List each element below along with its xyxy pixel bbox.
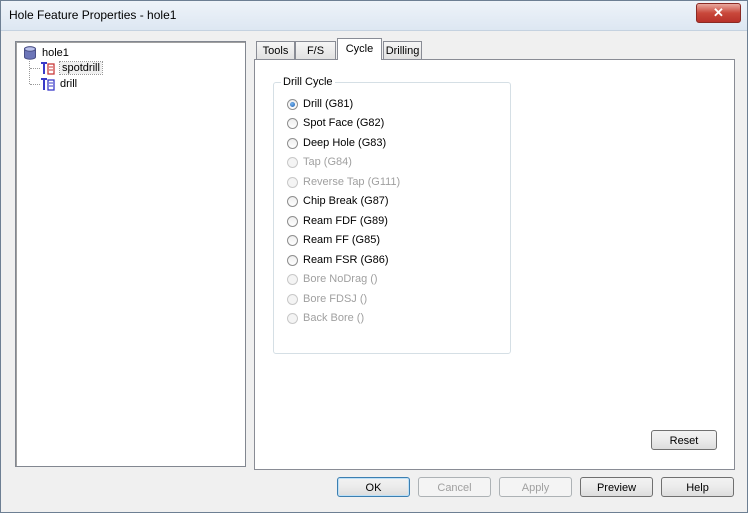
- radio-button: [287, 293, 298, 305]
- radio-label: Deep Hole (G83): [303, 137, 387, 149]
- database-icon: [24, 46, 36, 60]
- radio-bore-nodrag: Bore NoDrag (): [287, 271, 378, 287]
- radio-bore-fdsj: Bore FDSJ (): [287, 291, 367, 307]
- ok-button[interactable]: OK: [337, 477, 410, 497]
- tree-node-drill[interactable]: drill: [40, 76, 77, 92]
- tree-connector: [30, 84, 40, 85]
- tree-connector: [30, 68, 40, 69]
- radio-button: [287, 176, 298, 188]
- radio-label: Spot Face (G82): [303, 117, 385, 129]
- tree-node-label: spotdrill: [59, 61, 103, 75]
- radio-button: [287, 273, 298, 285]
- tree-connector: [29, 61, 30, 84]
- radio-button[interactable]: [287, 234, 298, 246]
- group-title: Drill Cycle: [281, 76, 335, 88]
- radio-spot-face-g82[interactable]: Spot Face (G82): [287, 115, 384, 131]
- radio-tap-g84: Tap (G84): [287, 154, 352, 170]
- radio-button: [287, 312, 298, 324]
- tree-node-label: hole1: [42, 47, 69, 59]
- tree-node-spotdrill[interactable]: spotdrill: [40, 60, 103, 76]
- radio-button: [287, 156, 298, 168]
- tab-drilling[interactable]: Drilling: [383, 41, 422, 59]
- tree-node-root[interactable]: hole1: [22, 45, 69, 61]
- radio-button[interactable]: [287, 98, 298, 110]
- tab-label: Cycle: [345, 43, 374, 55]
- radio-button[interactable]: [287, 195, 298, 207]
- radio-button[interactable]: [287, 137, 298, 149]
- radio-label: Reverse Tap (G111): [303, 176, 401, 188]
- tab-fs[interactable]: F/S: [295, 41, 336, 59]
- radio-label: Ream FDF (G89): [303, 215, 388, 227]
- close-button[interactable]: ✕: [696, 3, 741, 23]
- radio-button[interactable]: [287, 254, 298, 266]
- radio-label: Back Bore (): [303, 312, 365, 324]
- tab-tools[interactable]: Tools: [256, 41, 295, 59]
- radio-button[interactable]: [287, 117, 298, 129]
- tree-node-label: drill: [60, 78, 78, 90]
- radio-label: Ream FSR (G86): [303, 254, 389, 266]
- radio-back-bore: Back Bore (): [287, 310, 364, 326]
- tab-label: Drilling: [385, 45, 420, 57]
- feature-tree[interactable]: hole1 spotdrill drill: [15, 41, 246, 467]
- cancel-button: Cancel: [418, 477, 491, 497]
- tab-cycle[interactable]: Cycle: [337, 38, 382, 60]
- tab-label: Tools: [262, 45, 289, 57]
- title-bar[interactable]: Hole Feature Properties - hole1 ✕: [1, 1, 747, 31]
- radio-chip-break-g87[interactable]: Chip Break (G87): [287, 193, 389, 209]
- preview-button[interactable]: Preview: [580, 477, 653, 497]
- apply-button: Apply: [499, 477, 572, 497]
- radio-label: Ream FF (G85): [303, 234, 381, 246]
- help-button[interactable]: Help: [661, 477, 734, 497]
- radio-label: Bore NoDrag (): [303, 273, 378, 285]
- reset-button[interactable]: Reset: [651, 430, 717, 450]
- radio-drill-g81[interactable]: Drill (G81): [287, 96, 353, 112]
- radio-reverse-tap-g111: Reverse Tap (G111): [287, 174, 400, 190]
- radio-label: Bore FDSJ (): [303, 293, 368, 305]
- tool-operation-icon: [41, 62, 55, 75]
- radio-label: Chip Break (G87): [303, 195, 389, 207]
- close-icon: ✕: [713, 5, 724, 20]
- window-title: Hole Feature Properties - hole1: [9, 8, 177, 22]
- tool-operation-icon: [41, 78, 55, 91]
- tab-label: F/S: [306, 45, 325, 57]
- radio-ream-ff-g85[interactable]: Ream FF (G85): [287, 232, 380, 248]
- radio-ream-fdf-g89[interactable]: Ream FDF (G89): [287, 213, 388, 229]
- radio-button[interactable]: [287, 215, 298, 227]
- dialog-window: Hole Feature Properties - hole1 ✕ hole1: [0, 0, 748, 513]
- radio-label: Tap (G84): [303, 156, 352, 168]
- radio-deep-hole-g83[interactable]: Deep Hole (G83): [287, 135, 386, 151]
- radio-label: Drill (G81): [303, 98, 354, 110]
- radio-ream-fsr-g86[interactable]: Ream FSR (G86): [287, 252, 389, 268]
